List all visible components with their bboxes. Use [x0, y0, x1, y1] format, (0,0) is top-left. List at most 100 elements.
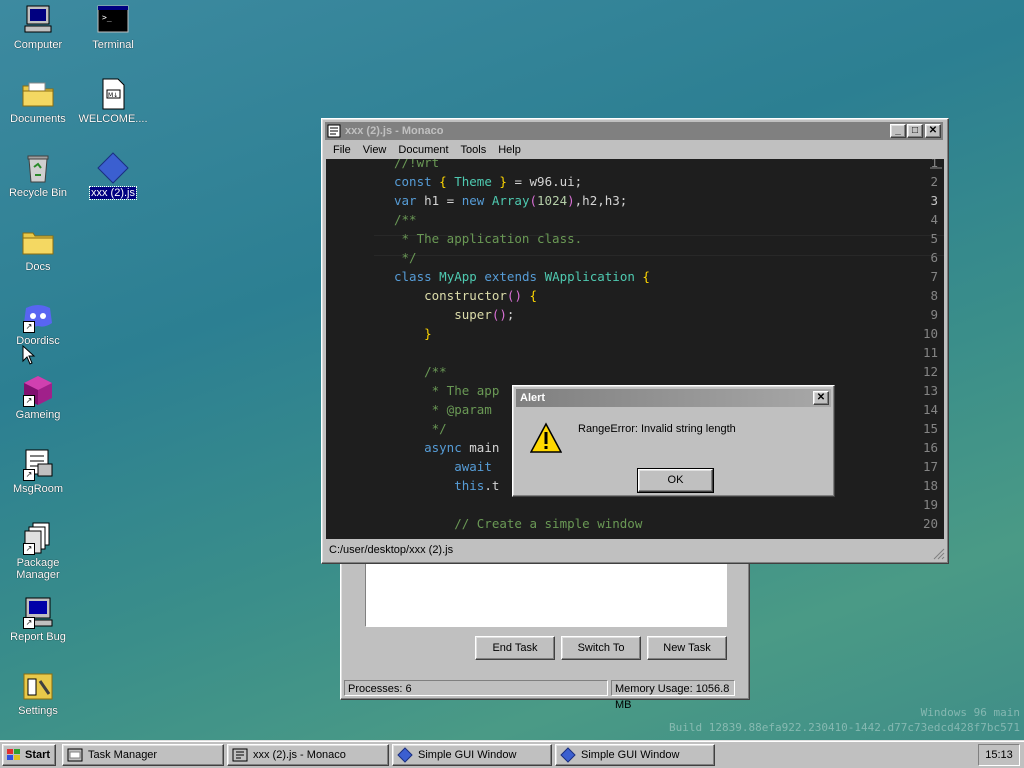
minimap-cursor [930, 167, 942, 169]
terminal-icon: >_ [97, 5, 129, 33]
taskbar-item-label: xxx (2).js - Monaco [253, 749, 346, 761]
desktop-icon-label: Docs [25, 261, 51, 273]
warning-icon [530, 422, 562, 453]
taskbar-item-task-manager[interactable]: Task Manager [62, 744, 224, 766]
line-number: 16 [922, 440, 938, 455]
new-task-button[interactable]: New Task [647, 636, 727, 660]
desktop-icon-label: Settings [18, 705, 58, 717]
menu-tools[interactable]: Tools [455, 144, 493, 156]
editor-titlebar[interactable]: xxx (2).js - Monaco _ □ ✕ [325, 122, 943, 140]
memory-usage: Memory Usage: 1056.8 MB [611, 680, 735, 711]
minimize-icon[interactable]: _ [890, 124, 906, 138]
code-line: const { Theme } = w96.ui; [394, 174, 583, 189]
desktop-icon-documents[interactable]: Documents [0, 77, 76, 125]
resize-grip-icon[interactable] [933, 548, 945, 560]
watermark-line2: Build 12839.88efa922.230410-1442.d77c73e… [669, 721, 1020, 734]
code-line: async main [424, 440, 500, 455]
code-line: */ [394, 421, 447, 436]
task-manager-icon [67, 748, 83, 762]
close-icon[interactable]: ✕ [925, 124, 941, 138]
menu-help[interactable]: Help [492, 144, 527, 156]
shortcut-arrow-icon: ↗ [23, 321, 35, 333]
folder-icon [22, 232, 54, 255]
alert-titlebar[interactable]: Alert ✕ [516, 389, 831, 407]
watermark-line1: Windows 96 main [920, 706, 1020, 719]
code-line: * @param [394, 402, 492, 417]
code-line: // Create a simple window [394, 516, 643, 531]
line-number: 7 [930, 269, 938, 284]
svg-text:>_: >_ [102, 13, 112, 22]
desktop-icon-label: MsgRoom [12, 483, 64, 495]
desktop-icon-docs[interactable]: Docs [0, 225, 76, 273]
taskbar-item-label: Task Manager [88, 749, 158, 761]
desktop-icon-label: Gameing [15, 409, 61, 421]
taskbar-clock: 15:13 [978, 744, 1020, 766]
task-list[interactable] [365, 563, 727, 627]
line-number: 20 [922, 516, 938, 531]
monaco-app-icon [232, 748, 248, 762]
desktop-icon-label: Package Manager [16, 557, 60, 581]
editor-status-path: C:/user/desktop/xxx (2).js [329, 544, 454, 556]
editor-menubar: File View Document Tools Help [325, 141, 527, 159]
desktop-icon-settings[interactable]: Settings [0, 669, 76, 717]
code-line: * The app [394, 383, 500, 398]
code-line: constructor() { [424, 288, 538, 303]
desktop-icon-msgroom[interactable]: ↗ MsgRoom [0, 447, 76, 495]
desktop-icon-js-file[interactable]: xxx (2).js [75, 151, 151, 200]
taskbar-item-simple-gui-2[interactable]: Simple GUI Window [555, 744, 715, 766]
desktop-icon-label: Terminal [92, 39, 134, 51]
js-file-icon [97, 152, 129, 184]
mouse-cursor-icon [22, 345, 36, 365]
line-number: 12 [922, 364, 938, 379]
desktop-icon-doordisc[interactable]: ↗ Doordisc [0, 299, 76, 347]
code-line: * The application class. [394, 231, 583, 246]
desktop-icon-label: Report Bug [10, 631, 66, 643]
start-label: Start [25, 749, 51, 761]
menu-document[interactable]: Document [392, 144, 454, 156]
maximize-icon[interactable]: □ [907, 124, 923, 138]
taskbar-item-simple-gui-1[interactable]: Simple GUI Window [392, 744, 552, 766]
line-number: 19 [922, 497, 938, 512]
ok-button[interactable]: OK [637, 468, 714, 493]
svg-text:M↓: M↓ [108, 92, 118, 99]
line-number: 4 [930, 212, 938, 227]
end-task-button[interactable]: End Task [475, 636, 555, 660]
code-line: super(); [454, 307, 515, 322]
code-line: //!wrt [394, 159, 440, 170]
alert-message: RangeError: Invalid string length [578, 423, 736, 435]
start-button[interactable]: Start [2, 744, 56, 766]
code-line: this.t [454, 478, 500, 493]
close-icon[interactable]: ✕ [813, 391, 829, 405]
shortcut-arrow-icon: ↗ [23, 617, 35, 629]
menu-file[interactable]: File [327, 144, 357, 156]
code-line: /** [394, 364, 447, 379]
line-number: 11 [922, 345, 938, 360]
desktop-icon-terminal[interactable]: >_ Terminal [75, 3, 151, 51]
desktop-icon-gameing[interactable]: ↗ Gameing [0, 373, 76, 421]
js-file-icon [560, 747, 576, 763]
desktop-icon-package-manager[interactable]: ↗ Package Manager [0, 521, 76, 581]
switch-to-button[interactable]: Switch To [561, 636, 641, 660]
desktop-icon-label: WELCOME.... [78, 113, 148, 125]
shortcut-arrow-icon: ↗ [23, 469, 35, 481]
desktop-icon-computer[interactable]: Computer [0, 3, 76, 51]
taskbar-item-monaco[interactable]: xxx (2).js - Monaco [227, 744, 389, 766]
line-number-gutter [326, 159, 374, 539]
code-line: /** [394, 212, 417, 227]
settings-icon [23, 673, 53, 700]
editor-window: xxx (2).js - Monaco _ □ ✕ File View Docu… [321, 118, 949, 564]
desktop-icon-recycle-bin[interactable]: Recycle Bin [0, 151, 76, 199]
alert-dialog: Alert ✕ RangeError: Invalid string lengt… [512, 385, 835, 497]
code-line: } [424, 326, 432, 341]
desktop-icon-label: xxx (2).js [89, 186, 137, 200]
desktop-icon-report-bug[interactable]: ↗ Report Bug [0, 595, 76, 643]
folder-documents-icon [22, 82, 54, 107]
line-number: 14 [922, 402, 938, 417]
task-manager-window: End Task Switch To New Task Processes: 6… [340, 548, 750, 711]
line-number: 3 [930, 193, 938, 208]
desktop-icon-label: Documents [10, 113, 66, 125]
line-number: 9 [930, 307, 938, 322]
desktop-icon-welcome[interactable]: M↓ WELCOME.... [75, 77, 151, 125]
menu-view[interactable]: View [357, 144, 393, 156]
line-number: 2 [930, 174, 938, 189]
